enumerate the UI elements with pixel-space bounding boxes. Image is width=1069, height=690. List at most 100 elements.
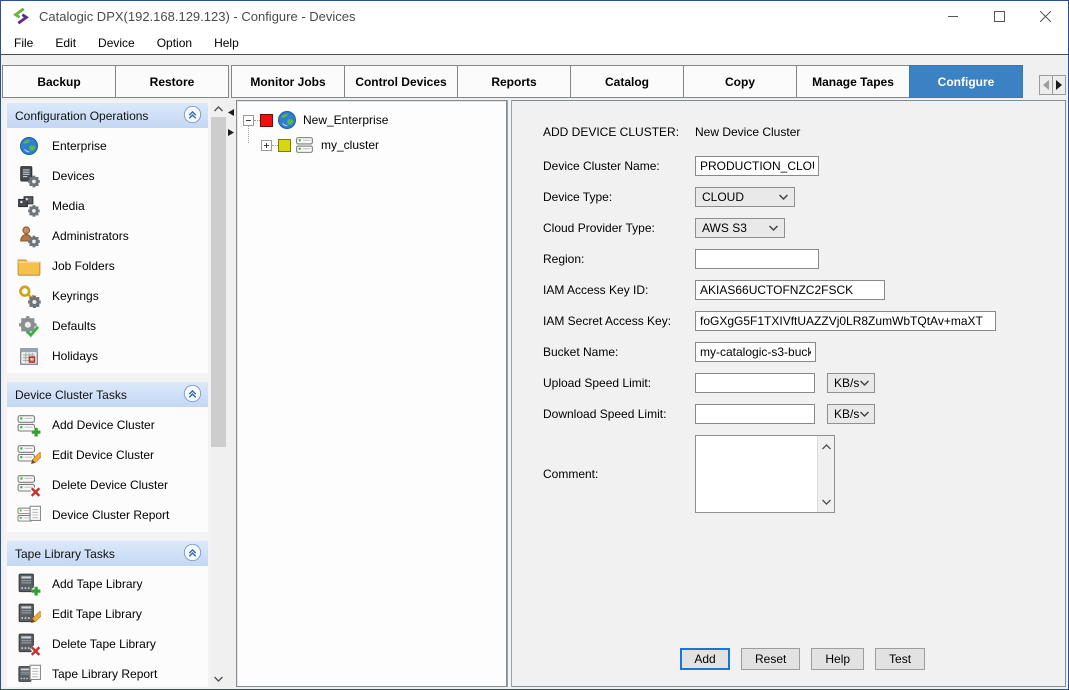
globe-icon bbox=[276, 110, 298, 130]
tree-node-label[interactable]: New_Enterprise bbox=[303, 113, 388, 127]
sidebar-item-delete-tape-library[interactable]: Delete Tape Library bbox=[7, 629, 208, 659]
scroll-up-icon[interactable] bbox=[821, 439, 832, 453]
sidebar-item-add-device-cluster[interactable]: Add Device Cluster bbox=[7, 410, 208, 440]
tab-catalog[interactable]: Catalog bbox=[570, 65, 684, 98]
section-tape-library-tasks: Tape Library Tasks Add Tape Library Edit… bbox=[7, 541, 208, 687]
tabs: Backup Restore Monitor Jobs Control Devi… bbox=[2, 65, 1068, 98]
sidebar-item-holidays[interactable]: Holidays bbox=[7, 341, 208, 371]
sidebar-item-device-cluster-report[interactable]: Device Cluster Report bbox=[7, 500, 208, 530]
devices-icon bbox=[15, 163, 42, 189]
menu-file[interactable]: File bbox=[3, 32, 44, 54]
device-cluster-report-icon bbox=[15, 502, 42, 528]
tab-restore[interactable]: Restore bbox=[115, 65, 229, 98]
tab-configure[interactable]: Configure bbox=[909, 65, 1023, 98]
bucket-name-input[interactable] bbox=[695, 342, 816, 362]
sidebar-scrollbar[interactable] bbox=[210, 100, 227, 687]
menu-device[interactable]: Device bbox=[87, 32, 146, 54]
sidebar-item-label: Administrators bbox=[52, 229, 129, 243]
sidebar-item-administrators[interactable]: Administrators bbox=[7, 221, 208, 251]
sidebar-item-keyrings[interactable]: Keyrings bbox=[7, 281, 208, 311]
add-button[interactable]: Add bbox=[680, 648, 730, 670]
tree-node-label[interactable]: my_cluster bbox=[321, 138, 379, 152]
sidebar-item-tape-library-report[interactable]: Tape Library Report bbox=[7, 659, 208, 687]
sidebar-item-edit-device-cluster[interactable]: Edit Device Cluster bbox=[7, 440, 208, 470]
menu-option[interactable]: Option bbox=[146, 32, 203, 54]
edit-tape-library-icon bbox=[15, 601, 42, 627]
download-speed-limit-input[interactable] bbox=[695, 404, 815, 424]
collapse-section-icon[interactable] bbox=[183, 384, 202, 406]
upload-speed-unit-select[interactable]: KB/s bbox=[827, 373, 875, 393]
scroll-down-icon[interactable] bbox=[821, 495, 832, 509]
download-speed-unit-select[interactable]: KB/s bbox=[827, 404, 875, 424]
iam-access-key-id-label: IAM Access Key ID: bbox=[543, 283, 695, 297]
scroll-down-icon[interactable] bbox=[210, 671, 227, 687]
tree-node-my-cluster[interactable]: my_cluster bbox=[261, 134, 506, 156]
reset-button[interactable]: Reset bbox=[741, 648, 800, 670]
section-header-tape-library-tasks[interactable]: Tape Library Tasks bbox=[7, 541, 208, 566]
scroll-up-icon[interactable] bbox=[210, 100, 227, 116]
sidebar-item-add-tape-library[interactable]: Add Tape Library bbox=[7, 569, 208, 599]
collapse-section-icon[interactable] bbox=[183, 543, 202, 565]
section-title: Device Cluster Tasks bbox=[15, 388, 127, 402]
sidebar-item-label: Media bbox=[52, 199, 85, 213]
tab-reports[interactable]: Reports bbox=[457, 65, 571, 98]
tab-backup[interactable]: Backup bbox=[2, 65, 116, 98]
upload-speed-limit-input[interactable] bbox=[695, 373, 815, 393]
section-header-configuration-operations[interactable]: Configuration Operations bbox=[7, 103, 208, 128]
cloud-provider-type-select[interactable]: AWS S3 bbox=[695, 218, 785, 238]
section-header-device-cluster-tasks[interactable]: Device Cluster Tasks bbox=[7, 382, 208, 407]
holidays-icon bbox=[15, 343, 42, 369]
minimize-button[interactable] bbox=[930, 1, 976, 31]
section-items: Add Device Cluster Edit Device Cluster D… bbox=[7, 407, 208, 532]
sidebar-item-enterprise[interactable]: Enterprise bbox=[7, 131, 208, 161]
iam-access-key-id-input[interactable] bbox=[695, 280, 885, 300]
menu-help[interactable]: Help bbox=[203, 32, 250, 54]
sidebar-splitter[interactable] bbox=[227, 100, 236, 687]
tab-scroll-right-icon[interactable] bbox=[1052, 75, 1066, 95]
expand-node-icon[interactable] bbox=[261, 140, 272, 151]
form-title-label: ADD DEVICE CLUSTER: bbox=[543, 125, 695, 139]
delete-tape-library-icon bbox=[15, 631, 42, 657]
iam-secret-access-key-input[interactable] bbox=[695, 311, 996, 331]
textarea-scrollbar[interactable] bbox=[817, 436, 834, 512]
sidebar-item-devices[interactable]: Devices bbox=[7, 161, 208, 191]
comment-textarea[interactable] bbox=[695, 435, 835, 513]
sidebar-item-defaults[interactable]: Defaults bbox=[7, 311, 208, 341]
collapse-node-icon[interactable] bbox=[243, 115, 254, 126]
device-type-select[interactable]: CLOUD bbox=[695, 187, 795, 207]
tab-scroll-controls bbox=[1040, 75, 1066, 95]
window-title: Catalogic DPX(192.168.129.123) - Configu… bbox=[39, 9, 356, 24]
tab-scroll-left-icon[interactable] bbox=[1039, 75, 1053, 95]
close-button[interactable] bbox=[1022, 1, 1068, 31]
test-button[interactable]: Test bbox=[875, 648, 925, 670]
sidebar-item-delete-device-cluster[interactable]: Delete Device Cluster bbox=[7, 470, 208, 500]
section-configuration-operations: Configuration Operations Enterprise Devi… bbox=[7, 103, 208, 373]
tab-copy[interactable]: Copy bbox=[683, 65, 797, 98]
sidebar-item-media[interactable]: Media bbox=[7, 191, 208, 221]
tab-manage-tapes[interactable]: Manage Tapes bbox=[796, 65, 910, 98]
region-input[interactable] bbox=[695, 249, 819, 269]
enterprise-globe-icon bbox=[15, 133, 42, 159]
menu-edit[interactable]: Edit bbox=[44, 32, 87, 54]
tab-control-devices[interactable]: Control Devices bbox=[344, 65, 458, 98]
upload-speed-limit-label: Upload Speed Limit: bbox=[543, 376, 695, 390]
collapse-section-icon[interactable] bbox=[183, 105, 202, 127]
collapse-left-icon[interactable] bbox=[228, 103, 234, 121]
tab-monitor-jobs[interactable]: Monitor Jobs bbox=[231, 65, 345, 98]
device-cluster-name-input[interactable] bbox=[695, 156, 819, 176]
sidebar-item-job-folders[interactable]: Job Folders bbox=[7, 251, 208, 281]
administrators-icon bbox=[15, 223, 42, 249]
collapse-right-icon[interactable] bbox=[228, 123, 234, 141]
sidebar-item-edit-tape-library[interactable]: Edit Tape Library bbox=[7, 599, 208, 629]
tab-strip: Backup Restore Monitor Jobs Control Devi… bbox=[1, 55, 1068, 98]
maximize-button[interactable] bbox=[976, 1, 1022, 31]
tree-node-new-enterprise[interactable]: New_Enterprise bbox=[243, 109, 506, 131]
sidebar-item-label: Delete Device Cluster bbox=[52, 478, 168, 492]
download-speed-unit-value: KB/s bbox=[834, 407, 859, 421]
section-device-cluster-tasks: Device Cluster Tasks Add Device Cluster … bbox=[7, 382, 208, 532]
section-title: Tape Library Tasks bbox=[15, 547, 115, 561]
add-device-cluster-form: ADD DEVICE CLUSTER: New Device Cluster D… bbox=[512, 100, 1066, 687]
sidebar-item-label: Enterprise bbox=[52, 139, 107, 153]
help-button[interactable]: Help bbox=[811, 648, 864, 670]
scrollbar-thumb[interactable] bbox=[211, 117, 226, 447]
